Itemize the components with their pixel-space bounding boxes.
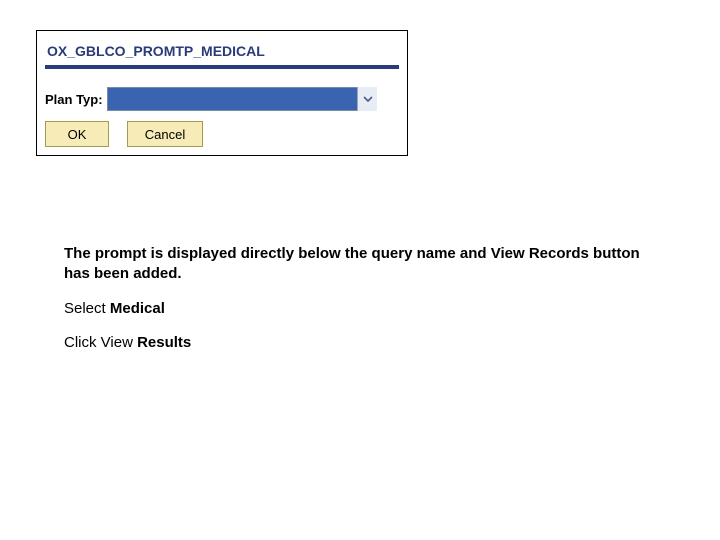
instruction-line-1: The prompt is displayed directly below t… <box>64 245 640 282</box>
button-row: OK Cancel <box>45 121 399 147</box>
instruction-line-2-bold: Medical <box>110 300 165 317</box>
title-underline <box>45 65 399 69</box>
instruction-line-3-bold: Results <box>137 334 191 351</box>
query-prompt-panel: OX_GBLCO_PROMTP_MEDICAL Plan Typ: OK Can… <box>36 30 408 156</box>
instruction-line-3-prefix: Click View <box>64 334 137 351</box>
cancel-button[interactable]: Cancel <box>127 121 203 147</box>
ok-button[interactable]: OK <box>45 121 109 147</box>
chevron-down-icon[interactable] <box>357 87 377 111</box>
plan-type-label: Plan Typ: <box>45 92 107 107</box>
instruction-line-2-prefix: Select <box>64 300 110 317</box>
instruction-text: The prompt is displayed directly below t… <box>64 244 652 367</box>
plan-type-select-value <box>107 87 377 111</box>
plan-type-select[interactable] <box>107 87 377 111</box>
plan-type-row: Plan Typ: <box>45 87 399 111</box>
query-title: OX_GBLCO_PROMTP_MEDICAL <box>45 37 399 65</box>
